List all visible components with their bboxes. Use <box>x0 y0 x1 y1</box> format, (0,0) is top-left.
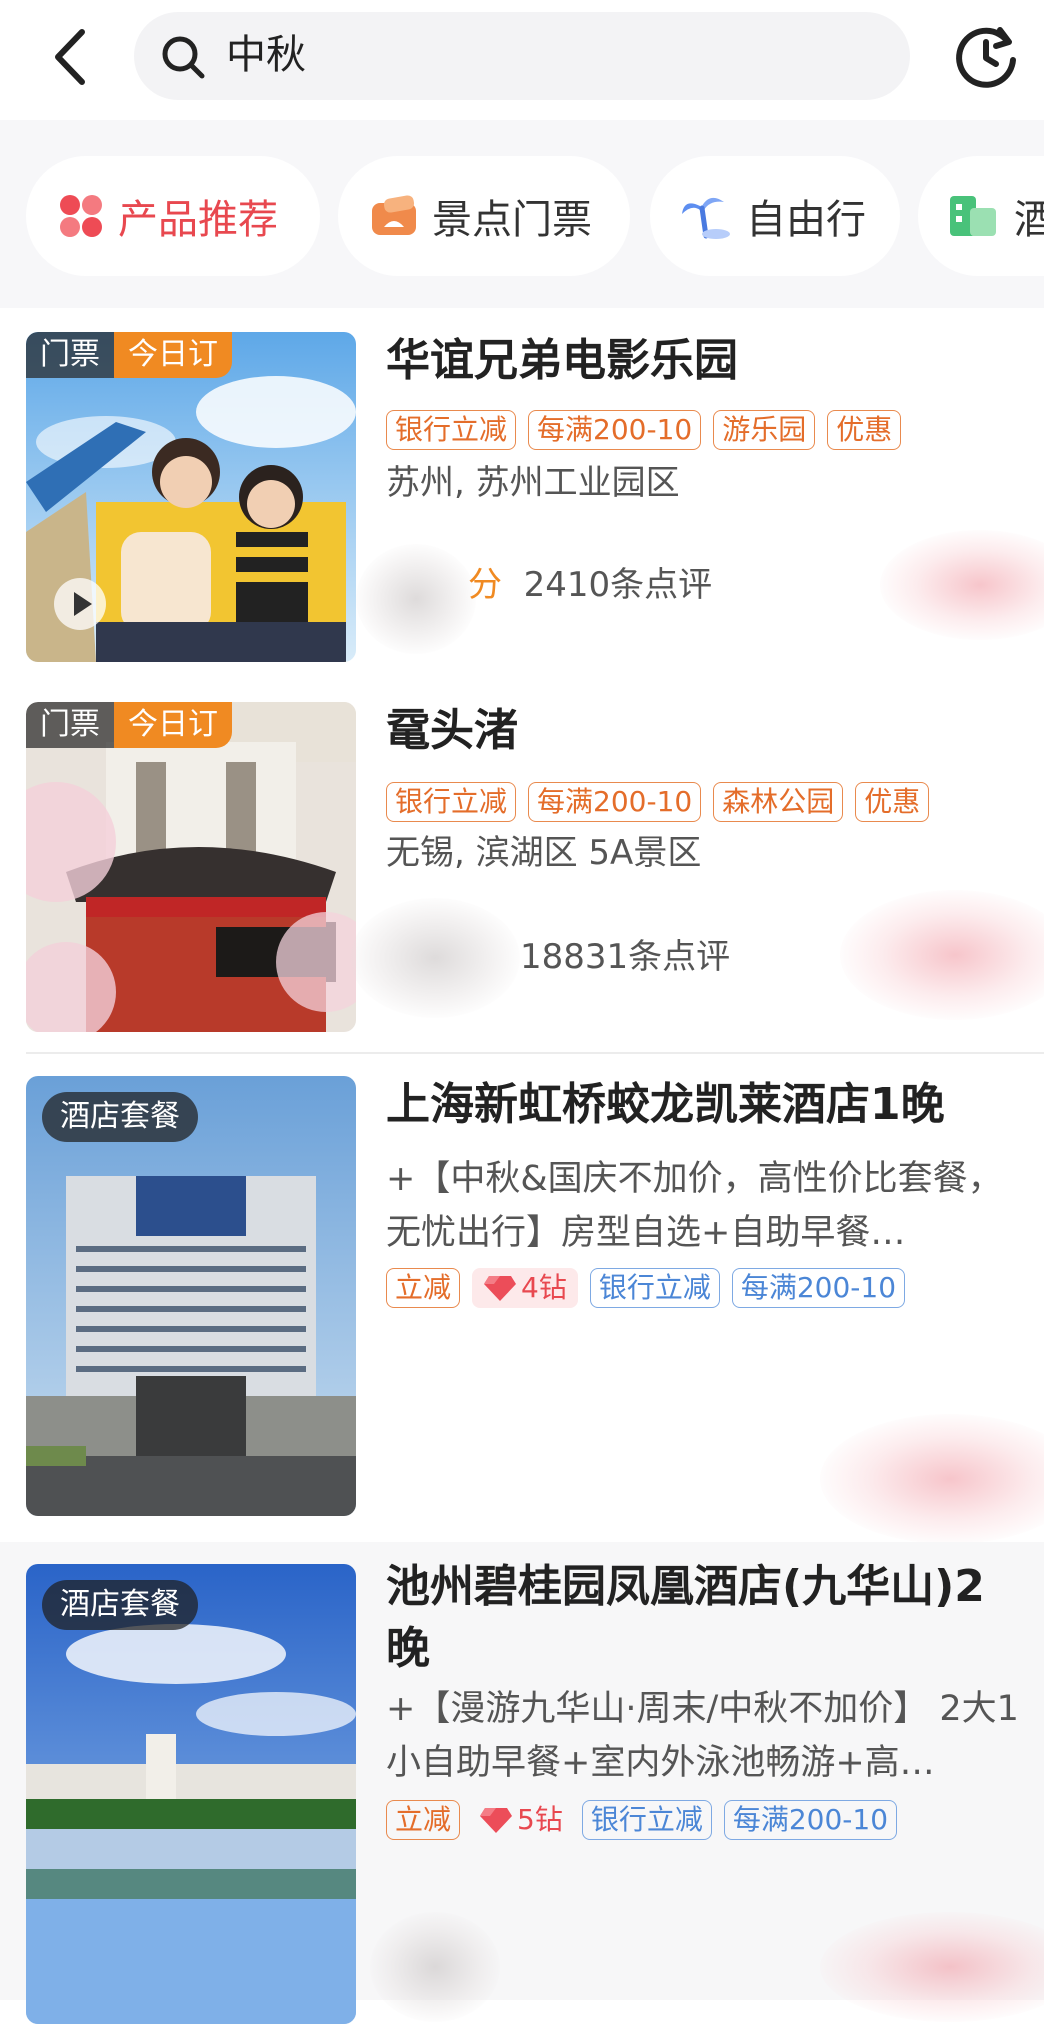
tag: 银行立减 <box>589 1268 720 1308</box>
product-description: +【漫游九华山·周末/中秋不加价】 2大1小自助早餐+室内外泳池畅游+高… <box>386 1689 1019 1783</box>
product-card[interactable]: 门票 今日订 华谊兄弟电影乐园 银行立减 每满200-10 游乐园 优惠 苏州,… <box>0 308 1044 680</box>
search-query: 中秋 <box>226 32 306 78</box>
review-info: 分 2410条点评 <box>468 562 712 608</box>
product-title: 上海新虹桥蛟龙凯莱酒店1晚 <box>386 1079 945 1130</box>
product-image: 门票 今日订 <box>26 702 356 1032</box>
tab-product-recommend[interactable]: 产品推荐 <box>26 156 320 276</box>
diamond-icon <box>480 1808 513 1833</box>
search-icon <box>162 36 205 79</box>
score-unit: 分 <box>468 565 502 605</box>
redacted-price <box>820 1912 1044 2022</box>
book-today-badge: 今日订 <box>114 332 232 378</box>
tag: 森林公园 <box>713 782 844 822</box>
search-input[interactable]: 中秋 <box>134 12 910 100</box>
tag: 每满200-10 <box>731 1268 906 1308</box>
category-badge: 门票 <box>26 332 114 378</box>
diamond-rating-tag: 5钻 <box>472 1800 570 1840</box>
review-count: 18831条点评 <box>520 937 731 977</box>
tag-list: 立减 4钻 银行立减 每满200-10 <box>386 1268 906 1308</box>
tag: 游乐园 <box>713 410 816 450</box>
redacted-score <box>350 898 520 1018</box>
product-title: 鼋头渚 <box>386 705 518 756</box>
product-image: 酒店套餐 <box>26 1076 356 1516</box>
product-description: +【中秋&国庆不加价，高性价比套餐，无忧出行】房型自选+自助早餐… <box>386 1159 1003 1253</box>
tag-list: 银行立减 每满200-10 游乐园 优惠 <box>386 410 902 450</box>
tab-free-travel[interactable]: 自由行 <box>650 156 900 276</box>
tag-list: 银行立减 每满200-10 森林公园 优惠 <box>386 782 930 822</box>
product-list: 门票 今日订 华谊兄弟电影乐园 银行立减 每满200-10 游乐园 优惠 苏州,… <box>0 308 1044 2024</box>
product-image: 酒店套餐 <box>26 1564 356 2024</box>
category-badge: 酒店套餐 <box>42 1580 198 1630</box>
product-location: 无锡, 滨湖区 5A景区 <box>386 833 702 873</box>
product-image: 门票 今日订 <box>26 332 356 662</box>
tag: 优惠 <box>827 410 902 450</box>
tab-attraction-tickets[interactable]: 景点门票 <box>338 156 630 276</box>
chevron-left-icon <box>55 29 85 85</box>
redacted-price <box>840 890 1044 1020</box>
hotel-building-photo <box>26 1076 356 1516</box>
top-bar: 中秋 <box>0 0 1044 120</box>
history-button[interactable] <box>950 20 1022 92</box>
redacted-score <box>370 1912 500 2022</box>
diamond-rating: 5钻 <box>517 1803 563 1836</box>
tag: 每满200-10 <box>723 1800 898 1840</box>
tab-label: 自由行 <box>746 197 866 243</box>
product-card[interactable]: 酒店套餐 上海新虹桥蛟龙凯莱酒店1晚 +【中秋&国庆不加价，高性价比套餐，无忧出… <box>0 1054 1044 1544</box>
diamond-rating: 4钻 <box>521 1271 567 1304</box>
tag-list: 立减 5钻 银行立减 每满200-10 <box>386 1800 898 1840</box>
product-location: 苏州, 苏州工业园区 <box>386 463 680 503</box>
product-title: 华谊兄弟电影乐园 <box>386 335 738 386</box>
history-clock-icon <box>956 27 1016 88</box>
lake-hotel-photo <box>26 1564 356 2024</box>
category-badge: 门票 <box>26 702 114 748</box>
diamond-icon <box>484 1276 517 1301</box>
tab-label: 酒 <box>1014 197 1044 243</box>
product-card[interactable]: 酒店套餐 池州碧桂园凤凰酒店(九华山)2晚 +【漫游九华山·周末/中秋不加价】 … <box>0 1542 1044 2024</box>
review-count: 2410条点评 <box>523 565 713 605</box>
product-card[interactable]: 门票 今日订 鼋头渚 银行立减 每满200-10 森林公园 优惠 无锡, 滨湖区… <box>0 680 1044 1052</box>
tag: 银行立减 <box>581 1800 712 1840</box>
redacted-score <box>356 544 476 654</box>
tab-hotel[interactable]: 酒 <box>918 156 1044 276</box>
redacted-price <box>820 1414 1044 1544</box>
redacted-price <box>880 530 1044 640</box>
diamond-rating-tag: 4钻 <box>472 1268 578 1308</box>
badge-group: 门票 今日订 <box>26 702 232 748</box>
tag: 立减 <box>386 1268 461 1308</box>
clover-icon <box>60 195 102 237</box>
play-icon[interactable] <box>52 576 108 632</box>
tag: 立减 <box>386 1800 461 1840</box>
book-today-badge: 今日订 <box>114 702 232 748</box>
hotel-icon <box>950 196 996 236</box>
ticket-icon <box>372 195 416 235</box>
tag: 每满200-10 <box>528 410 702 450</box>
category-tabs: 产品推荐 景点门票 自由行 酒 <box>0 120 1044 308</box>
tag: 优惠 <box>855 782 930 822</box>
product-title: 池州碧桂园凤凰酒店(九华山)2晚 <box>386 1561 985 1674</box>
tag: 银行立减 <box>386 410 517 450</box>
palm-tree-icon <box>682 197 730 239</box>
tab-label: 产品推荐 <box>118 197 278 243</box>
back-button[interactable] <box>44 22 100 92</box>
pavilion-photo <box>26 702 356 1032</box>
category-badge: 酒店套餐 <box>42 1092 198 1142</box>
tab-label: 景点门票 <box>432 197 592 243</box>
tag: 银行立减 <box>386 782 517 822</box>
badge-group: 门票 今日订 <box>26 332 232 378</box>
tag: 每满200-10 <box>528 782 702 822</box>
